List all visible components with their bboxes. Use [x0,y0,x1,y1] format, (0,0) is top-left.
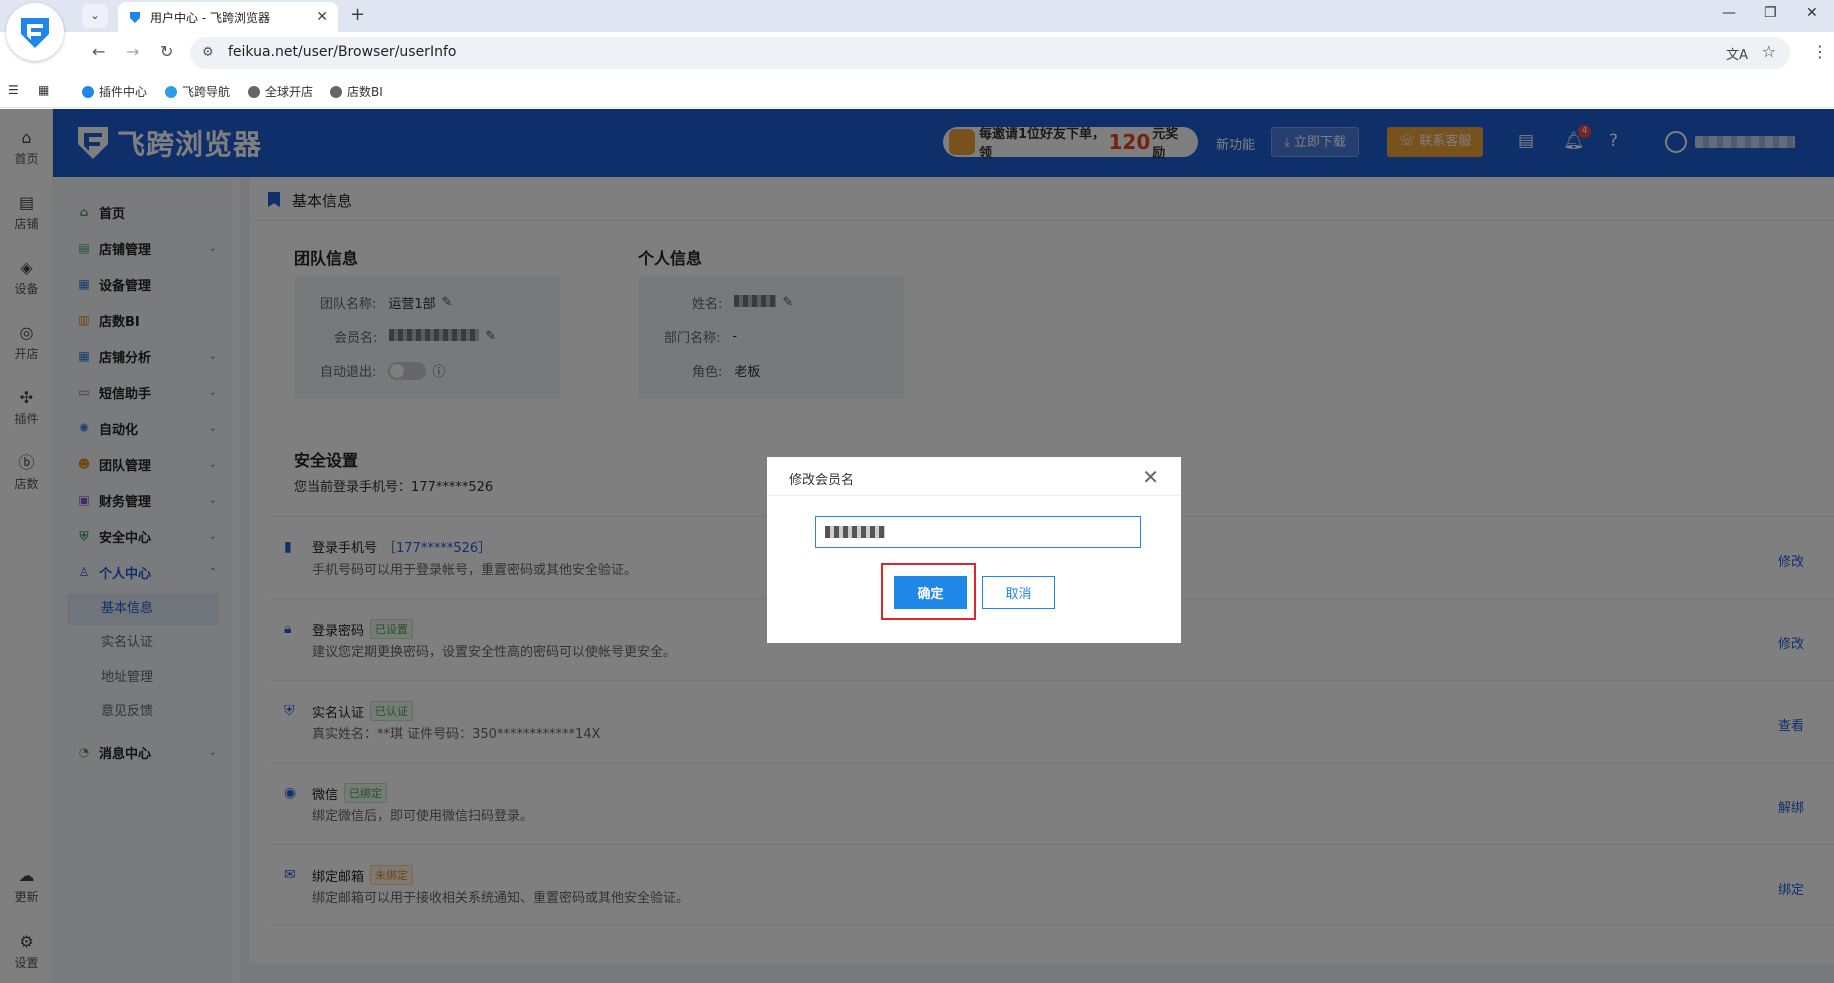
edit-member-name-dialog: 修改会员名 ✕ 确定 取消 [767,457,1181,643]
bookmark-label: 飞跨导航 [182,85,231,99]
bookmark-label: 插件中心 [99,85,148,99]
close-icon[interactable]: ✕ [1142,465,1159,489]
bookmark-star-icon[interactable]: ☆ [1762,42,1776,61]
side-panel-icon[interactable]: ☰ [8,83,19,97]
confirm-button[interactable]: 确定 [894,576,967,609]
dialog-divider [767,495,1181,496]
reload-icon[interactable]: ↻ [160,42,173,61]
bookmark-label: 店数BI [347,85,383,99]
browser-tabstrip: ⌄ 用户中心 - 飞跨浏览器 ✕ + — ❐ ✕ [0,0,1834,32]
bookmark-label: 全球开店 [265,85,314,99]
omnibox[interactable]: ⚙ feikua.net/user/Browser/userInfo 文A ☆ [190,37,1790,69]
bookmark-global-store[interactable]: 全球开店 [248,83,313,100]
tab-list-button[interactable]: ⌄ [82,4,108,28]
window-close-icon[interactable]: ✕ [1806,5,1818,21]
forward-icon[interactable]: → [126,42,139,61]
browser-logo [6,3,64,61]
browser-logo-icon [21,18,49,48]
browser-tab[interactable]: 用户中心 - 飞跨浏览器 ✕ [118,2,338,32]
bookmarks-bar: ☰ ▦ 插件中心 飞跨导航 全球开店 店数BI [0,74,1834,108]
shield-icon [82,85,94,98]
dialog-title: 修改会员名 [789,473,855,488]
c-logo-icon [165,85,177,98]
back-icon[interactable]: ← [92,42,105,61]
bookmark-feikua-nav[interactable]: 飞跨导航 [165,83,230,100]
apps-grid-icon[interactable]: ▦ [38,83,49,97]
site-info-icon[interactable]: ⚙ [202,45,214,60]
browser-menu-icon[interactable]: ⋮ [1812,42,1828,61]
new-tab-icon[interactable]: + [350,4,365,25]
bookmark-dianshu-bi[interactable]: 店数BI [330,83,383,100]
cancel-button[interactable]: 取消 [982,576,1055,609]
tab-close-icon[interactable]: ✕ [316,9,328,25]
globe-icon [330,85,342,98]
tab-title: 用户中心 - 飞跨浏览器 [150,10,270,25]
member-name-input-value-blurred [825,526,885,538]
feikua-favicon-icon [130,12,140,23]
restore-icon[interactable]: ❐ [1764,5,1777,21]
url-text[interactable]: feikua.net/user/Browser/userInfo [228,44,456,60]
minimize-icon[interactable]: — [1722,5,1736,21]
bookmark-plugin-center[interactable]: 插件中心 [82,83,147,100]
globe-icon [248,85,260,98]
translate-icon[interactable]: 文A [1726,44,1748,63]
